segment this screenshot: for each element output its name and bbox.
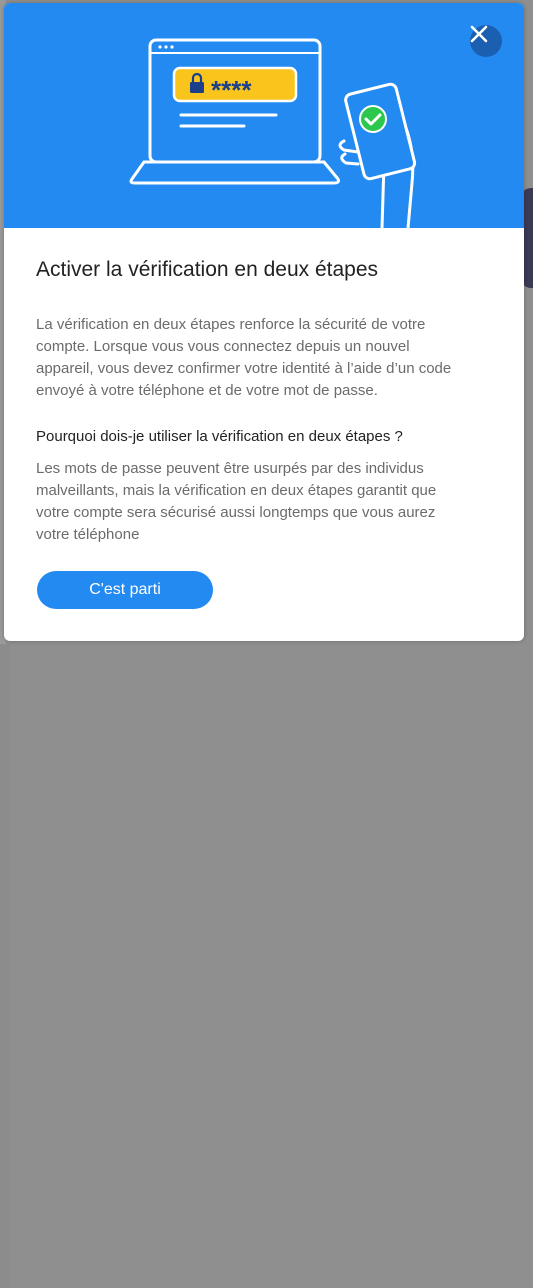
close-icon xyxy=(470,25,488,43)
password-mask: **** xyxy=(211,75,252,105)
close-button[interactable] xyxy=(470,25,502,57)
hero-illustration: **** xyxy=(4,3,524,228)
laptop-phone-illustration: **** xyxy=(129,38,417,228)
get-started-button[interactable]: C'est parti xyxy=(37,571,213,609)
dialog-answer: Les mots de passe peuvent être usurpés p… xyxy=(36,460,437,543)
dialog-description: La vérification en deux étapes renforce … xyxy=(36,316,452,399)
dialog-title: Activer la vérification en deux étapes xyxy=(36,258,379,281)
backdrop-right xyxy=(0,644,10,1288)
dialog-question: Pourquoi dois-je utiliser la vérificatio… xyxy=(36,428,403,445)
two-step-verification-dialog: **** Activer la vérification en deux éta… xyxy=(4,3,524,641)
